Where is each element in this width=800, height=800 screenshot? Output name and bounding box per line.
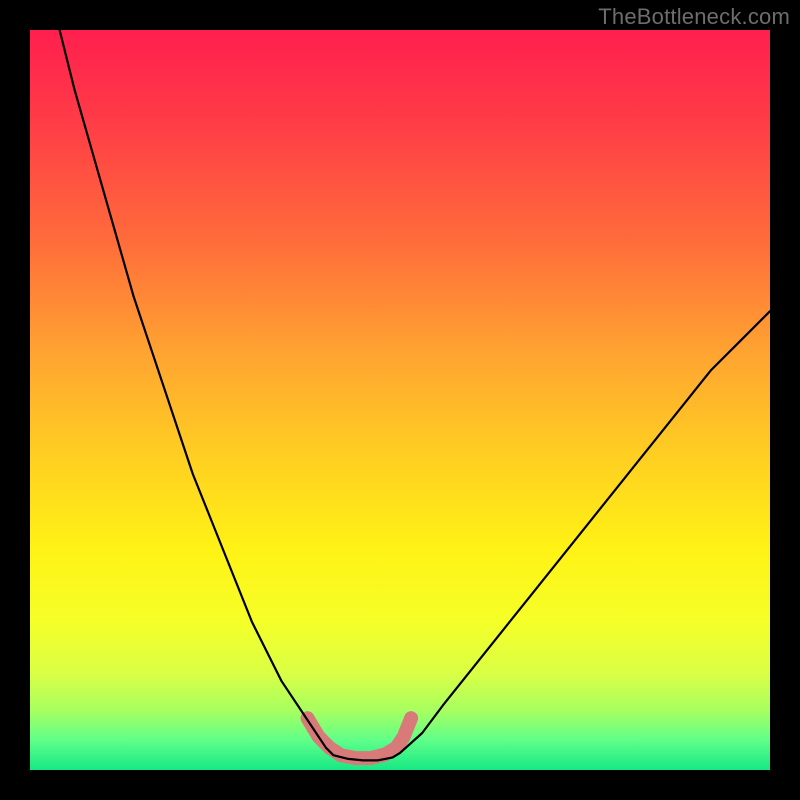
watermark-text: TheBottleneck.com	[598, 4, 790, 30]
plot-area	[30, 30, 770, 770]
bottleneck-curve-chart	[30, 30, 770, 770]
chart-frame: TheBottleneck.com	[0, 0, 800, 800]
gradient-background	[30, 30, 770, 770]
